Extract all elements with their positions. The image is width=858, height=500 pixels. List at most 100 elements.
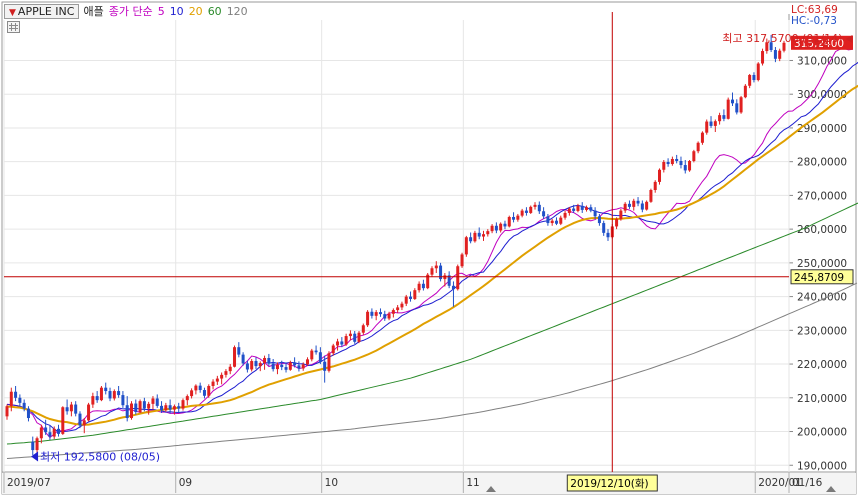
candle-body bbox=[460, 254, 464, 267]
chart-legend: ▼ APPLE INC 애플 종가 단순 5 10 20 60 120 bbox=[4, 3, 253, 19]
candle-body bbox=[5, 406, 9, 417]
candle-body bbox=[288, 362, 292, 370]
candle-body bbox=[99, 387, 103, 401]
candle-body bbox=[473, 232, 477, 242]
candle-body bbox=[331, 345, 335, 354]
candle-body bbox=[112, 391, 116, 399]
y-tick-label: 200,0000 bbox=[797, 427, 847, 439]
candle-body bbox=[185, 396, 189, 401]
candle-body bbox=[520, 210, 524, 216]
candle-body bbox=[177, 406, 181, 409]
candle-body bbox=[752, 74, 756, 81]
candle-body bbox=[572, 208, 576, 211]
candle-body bbox=[387, 313, 391, 319]
candle-body bbox=[267, 357, 271, 364]
candle-body bbox=[26, 408, 30, 419]
candle-body bbox=[640, 203, 644, 210]
candle-body bbox=[662, 162, 666, 170]
candle-body bbox=[713, 121, 717, 126]
candle-body bbox=[220, 374, 224, 379]
crosshair-date-label: 2019/12/10(화) bbox=[570, 478, 648, 490]
x-tick-label: 2019/07 bbox=[7, 477, 51, 489]
candle-body bbox=[44, 427, 48, 433]
candle-body bbox=[507, 216, 511, 227]
candle-body bbox=[134, 403, 138, 412]
candle-body bbox=[585, 207, 589, 210]
candle-body bbox=[589, 207, 593, 211]
candle-body bbox=[35, 438, 39, 451]
candle-body bbox=[69, 404, 73, 412]
candle-body bbox=[550, 220, 554, 224]
grid-view-icon[interactable] bbox=[7, 21, 20, 33]
y-tick-label: 280,0000 bbox=[797, 157, 847, 169]
candle-body bbox=[275, 364, 279, 370]
x-tick-label: 09 bbox=[179, 477, 192, 489]
candle-body bbox=[48, 432, 52, 437]
candle-body bbox=[627, 203, 631, 207]
candle-body bbox=[396, 307, 400, 311]
candle-body bbox=[722, 115, 726, 119]
candle-body bbox=[108, 391, 112, 399]
candle-body bbox=[602, 223, 606, 233]
candle-body bbox=[477, 232, 481, 237]
symbol-name: 애플 bbox=[83, 5, 104, 18]
chart-root[interactable]: 190,0000 200,0000 210,0000 220,0000 230,0000… bbox=[0, 0, 858, 496]
candle-body bbox=[417, 283, 421, 291]
candle-body bbox=[138, 401, 142, 412]
crosshair-price-label: 245,8709 bbox=[794, 272, 844, 284]
candle-body bbox=[228, 366, 232, 372]
candle-body bbox=[675, 158, 679, 161]
candle-body bbox=[469, 237, 473, 242]
candle-body bbox=[250, 361, 254, 370]
y-tick-label: 190,0000 bbox=[797, 460, 847, 472]
y-tick-label: 230,0000 bbox=[797, 325, 847, 337]
hc-value: HC:-0,73 bbox=[791, 15, 837, 27]
candle-body bbox=[224, 371, 228, 375]
candle-body bbox=[263, 357, 267, 364]
candle-body bbox=[529, 206, 533, 213]
candle-body bbox=[194, 385, 198, 391]
candle-body bbox=[554, 220, 558, 224]
candle-body bbox=[748, 74, 752, 86]
candle-body bbox=[323, 361, 327, 371]
candle-body bbox=[353, 333, 357, 342]
candle-body bbox=[305, 359, 309, 365]
y-tick-label: 260,0000 bbox=[797, 224, 847, 236]
candle-body bbox=[142, 401, 146, 409]
candle-body bbox=[456, 266, 460, 290]
candle-body bbox=[280, 364, 284, 368]
candle-body bbox=[567, 208, 571, 213]
candle-body bbox=[211, 381, 215, 386]
candle-body bbox=[297, 365, 301, 369]
candle-body bbox=[18, 397, 22, 403]
candle-body bbox=[524, 210, 528, 213]
candle-body bbox=[374, 312, 378, 316]
candle-body bbox=[632, 200, 636, 207]
candle-body bbox=[147, 403, 151, 409]
candle-body bbox=[74, 404, 78, 414]
candle-body bbox=[271, 363, 275, 370]
candle-body bbox=[52, 428, 56, 437]
symbol-selector[interactable]: ▼ APPLE INC bbox=[4, 3, 80, 19]
candle-body bbox=[400, 303, 404, 308]
candle-body bbox=[237, 347, 241, 355]
candle-body bbox=[155, 398, 159, 406]
candle-body bbox=[499, 223, 503, 231]
candle-body bbox=[730, 99, 734, 104]
candle-body bbox=[486, 231, 490, 235]
candle-body bbox=[494, 225, 498, 231]
ma5-label: 5 bbox=[157, 4, 165, 18]
candle-body bbox=[39, 427, 43, 439]
ma60-label: 60 bbox=[207, 4, 222, 18]
x-axis-band bbox=[2, 473, 856, 494]
candle-body bbox=[82, 420, 86, 426]
candle-body bbox=[65, 407, 69, 412]
candle-body bbox=[679, 160, 683, 166]
price-chart[interactable]: 190,0000 200,0000 210,0000 220,0000 230,0000… bbox=[0, 0, 858, 496]
candle-body bbox=[606, 232, 610, 238]
candle-body bbox=[576, 205, 580, 211]
candle-body bbox=[683, 165, 687, 171]
candle-body bbox=[413, 290, 417, 299]
candle-body bbox=[735, 103, 739, 113]
candle-body bbox=[696, 142, 700, 152]
